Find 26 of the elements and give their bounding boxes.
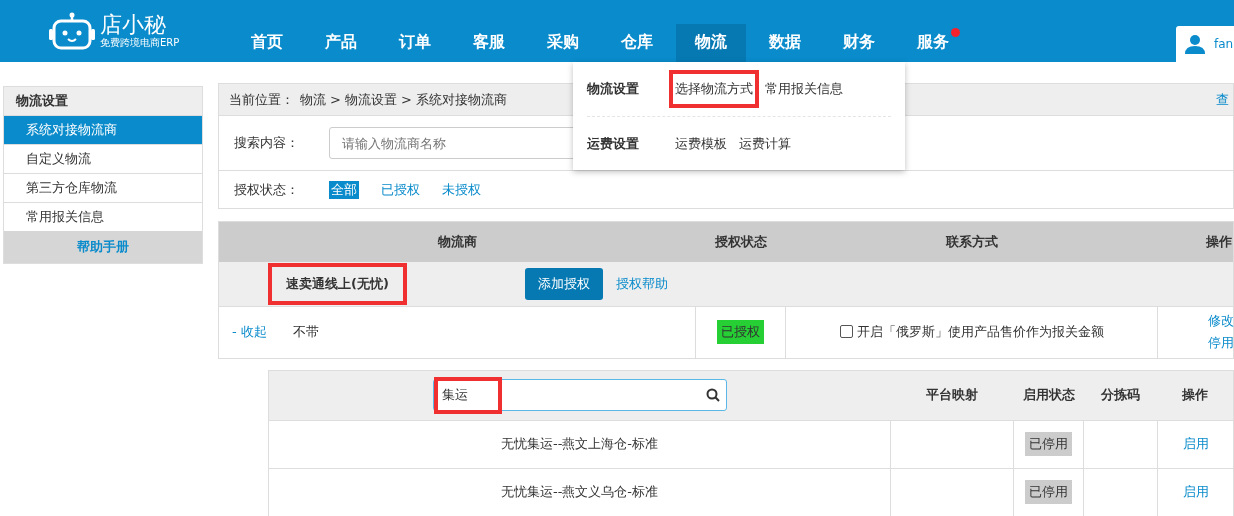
menu-group-title: 物流设置 (587, 80, 640, 98)
column-header: 启用状态 (1022, 386, 1075, 402)
status-badge: 已停用 (1025, 432, 1072, 456)
method-name: 无忧集运--燕文义乌仓-标准 (500, 484, 659, 499)
sidebar-title: 物流设置 (4, 87, 202, 115)
column-header: 物流商 (437, 233, 477, 249)
method-name: 无忧集运--燕文上海仓-标准 (500, 436, 659, 451)
column-header: 分拣码 (1101, 386, 1140, 402)
breadcrumb-separator: > (330, 92, 341, 107)
account-name: 不带 (292, 324, 319, 339)
logo-tagline: 免费跨境电商ERP (100, 37, 180, 49)
column-header: 操作 (1182, 386, 1209, 402)
column-header: 操作 (1205, 233, 1232, 249)
menu-group-title: 运费设置 (587, 135, 640, 153)
carrier-name: 速卖通线上(无忧) (268, 262, 407, 305)
status-badge: 已停用 (1025, 480, 1072, 504)
logo-name: 店小秘 (100, 13, 167, 37)
breadcrumb-separator: > (400, 92, 412, 107)
status-badge: 已授权 (717, 320, 764, 344)
column-header: 授权状态 (714, 233, 767, 249)
column-header: 平台映射 (926, 386, 978, 402)
checkbox-label: 开启「俄罗斯」使用产品售价作为报关金额 (856, 322, 1104, 341)
filter-label: 授权状态： (233, 180, 300, 199)
search-label: 搜索内容： (233, 134, 300, 152)
column-header: 联系方式 (945, 233, 998, 249)
breadcrumb-label: 当前位置： (229, 90, 294, 109)
